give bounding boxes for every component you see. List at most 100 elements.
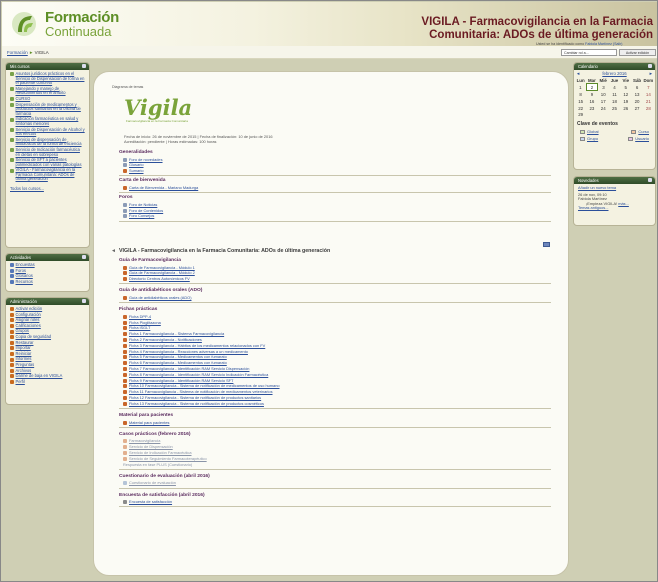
event-key-item[interactable]: Grupo (580, 136, 598, 141)
activity-label[interactable]: Ficha 7 Farmacovigilancia - Identificaci… (129, 366, 249, 371)
activity-label[interactable]: Servicio de Dispensación (129, 444, 173, 449)
activity-link[interactable]: Guía de antidiabéticos orales (ADO) (123, 295, 551, 301)
admin-item[interactable]: Activar edición (10, 306, 85, 312)
activity-label[interactable]: Ficha DPP-4 (129, 314, 151, 319)
activity-link[interactable]: Ficha 10 Farmacovigilancia - Sistema de … (123, 384, 551, 389)
activity-link[interactable]: Ficha DPP-4 (123, 314, 551, 319)
calendar-day[interactable]: 20 (631, 98, 642, 105)
calendar-day[interactable]: 9 (586, 91, 597, 98)
calendar-day[interactable]: 10 (598, 91, 609, 98)
course-item[interactable]: Servicio de dispensación de antibióticos… (10, 137, 86, 147)
calendar-day[interactable]: 24 (598, 105, 609, 112)
event-key-label[interactable]: Curso (638, 129, 649, 134)
activity-label[interactable]: Ficha 12 Farmacovigilancia - Sistema de … (129, 395, 261, 400)
calendar-day[interactable]: 5 (620, 84, 631, 91)
activity-link[interactable]: Foro de novedades (123, 157, 551, 162)
activity-label[interactable]: Guía de Farmacovigilancia - Módulo 1 (129, 265, 195, 270)
activity-label[interactable]: Ficha 8 Farmacovigilancia - Identificaci… (129, 372, 268, 377)
course-label[interactable]: CURSO (16, 96, 31, 102)
activity-label[interactable]: Directorio Centros Autonómicos FV (129, 276, 190, 281)
course-item[interactable]: Servicio de Dispensación de Alcohol y su… (10, 127, 86, 137)
activity-label[interactable]: Ficha 2 Farmacovigilancia - Notificacion… (129, 337, 202, 342)
calendar-day[interactable]: 25 (609, 105, 620, 112)
activity-label[interactable]: Material para pacientes (129, 420, 169, 425)
calendar-day[interactable]: 3 (598, 84, 609, 91)
activity-link[interactable]: Ficha 12 Farmacovigilancia - Sistema de … (123, 395, 551, 401)
activity-link[interactable]: Servicio de Seguimiento Farmacoterapéuti… (123, 456, 551, 461)
activity-link[interactable]: Cuestionario de evaluación (123, 481, 551, 486)
activity-item[interactable]: Recursos (10, 279, 85, 285)
calendar-day[interactable]: 28 (643, 105, 654, 112)
activity-link[interactable]: Ficha 8 Farmacovigilancia - Identificaci… (123, 372, 551, 377)
activity-link[interactable]: Respuesta en fase PLUS (Cuestionario) (123, 462, 551, 467)
activity-label[interactable]: Foro Consejos (129, 214, 154, 218)
activity-label[interactable]: Ficha 3 Farmacovigilancia - Hábitos de l… (129, 343, 265, 348)
activity-label[interactable]: Ficha 10 Farmacovigilancia - Sistema de … (129, 384, 280, 388)
course-item[interactable]: Indicación farmacéutica en salud y sínto… (10, 116, 85, 126)
admin-item[interactable]: Preguntas (10, 362, 85, 368)
calendar-day[interactable]: 16 (586, 98, 597, 105)
month-link[interactable]: febrero 2016 (602, 71, 626, 76)
course-item[interactable]: Servicio de Indicación farmacéutica en d… (10, 147, 85, 157)
collapse-toggle-icon[interactable] (82, 64, 86, 68)
calendar-day[interactable]: 12 (620, 91, 631, 98)
course-item[interactable]: Asuntos jurídicos prácticos en el Servic… (10, 71, 86, 86)
activity-label[interactable]: Recursos (16, 279, 33, 285)
admin-item[interactable]: Perfil (10, 379, 85, 385)
activity-link[interactable]: Ficha 7 Farmacovigilancia - Identificaci… (123, 366, 551, 372)
collapse-toggle-icon[interactable] (82, 255, 86, 259)
activity-label[interactable]: Ficha 9 Farmacovigilancia - Identificaci… (129, 378, 233, 383)
activity-link[interactable]: Guía de Farmacovigilancia - Módulo 1 (123, 265, 551, 270)
calendar-day[interactable]: 27 (631, 105, 642, 112)
course-label[interactable]: Servicio de SFT a pacientes polimedicado… (16, 157, 86, 167)
course-item[interactable]: Servicio de SFT a pacientes polimedicado… (10, 157, 86, 167)
admin-label[interactable]: Copia de seguridad (16, 334, 52, 340)
course-item[interactable]: Manejando y manejo de medicamentos en el… (10, 86, 85, 96)
older-topics-link[interactable]: Temas antiguos... (578, 205, 609, 211)
course-label[interactable]: Servicio de dispensación de antibióticos… (16, 137, 86, 147)
activity-label[interactable]: Ficha Pioglitazona (129, 320, 161, 325)
activity-label[interactable]: Servicio de Indicación Farmacéutica (129, 450, 192, 455)
calendar-day[interactable]: 8 (575, 91, 586, 98)
prev-month-icon[interactable]: ◄ (576, 71, 580, 76)
calendar-day[interactable]: 21 (643, 98, 654, 105)
calendar-day[interactable]: 1 (575, 84, 586, 91)
activity-label[interactable]: Ficha 13 Farmacovigilancia - Sistema de … (129, 401, 264, 406)
breadcrumb-root-link[interactable]: Formación (7, 50, 28, 55)
event-key-item[interactable]: Curso (631, 129, 649, 134)
activity-link[interactable]: Foro de Noticias (123, 202, 551, 207)
calendar-day[interactable]: 2 (585, 83, 599, 92)
course-item[interactable]: Dispensación de medicamentos y productos… (10, 102, 86, 117)
event-key-label[interactable]: Usuario (635, 136, 649, 141)
activity-label[interactable]: Cuestionario de evaluación (129, 481, 176, 485)
activity-link[interactable]: Servicio de Indicación Farmacéutica (123, 450, 551, 456)
course-label[interactable]: Servicio de Dispensación de Alcohol y su… (16, 127, 86, 137)
activity-label[interactable]: Foro de Noticias (129, 202, 157, 207)
activity-link[interactable]: Ficha 4 Farmacovigilancia - Reacciones a… (123, 349, 551, 354)
collapse-topics-icon[interactable] (543, 242, 550, 247)
calendar-day[interactable]: 23 (586, 105, 597, 112)
activity-label[interactable]: Ficha 4 Farmacovigilancia - Reacciones a… (129, 349, 248, 354)
activity-label[interactable]: Foro de novedades (129, 157, 163, 162)
calendar-day[interactable]: 7 (643, 84, 654, 91)
activity-link[interactable]: Ficha iSGLT (123, 326, 551, 331)
activity-link[interactable]: Carta de Bienvenida - Mariano Madurga (123, 185, 551, 191)
activity-link[interactable]: Foro Consejos (123, 214, 551, 219)
activity-label[interactable]: Ficha 5 Farmacovigilancia - Medicamentos… (129, 355, 227, 359)
activity-link[interactable]: Farmacovigilancia (123, 439, 551, 444)
activity-link[interactable]: Guía de Farmacovigilancia - Módulo 2 (123, 271, 551, 276)
activity-link[interactable]: Ficha 5 Farmacovigilancia - Medicamentos… (123, 355, 551, 360)
calendar-day[interactable]: 19 (620, 98, 631, 105)
event-key-label[interactable]: Grupo (587, 136, 598, 141)
course-label[interactable]: Dispensación de medicamentos y productos… (16, 102, 86, 117)
activity-label[interactable]: Encuesta de satisfacción (129, 499, 172, 504)
activity-link[interactable]: Directorio Centros Autonómicos FV (123, 276, 551, 282)
next-month-icon[interactable]: ► (649, 71, 653, 76)
activity-label[interactable]: Ficha 11 Farmacovigilancia - Sistema de … (129, 389, 273, 394)
course-label[interactable]: Asuntos jurídicos prácticos en el Servic… (16, 71, 86, 86)
collapse-toggle-icon[interactable] (648, 178, 652, 182)
activity-link[interactable]: Foro de Contenidos (123, 208, 551, 213)
activity-label[interactable]: Encuestas (16, 262, 35, 268)
activity-item[interactable]: Encuestas (10, 262, 85, 268)
activity-link[interactable]: Ficha Pioglitazona (123, 320, 551, 325)
